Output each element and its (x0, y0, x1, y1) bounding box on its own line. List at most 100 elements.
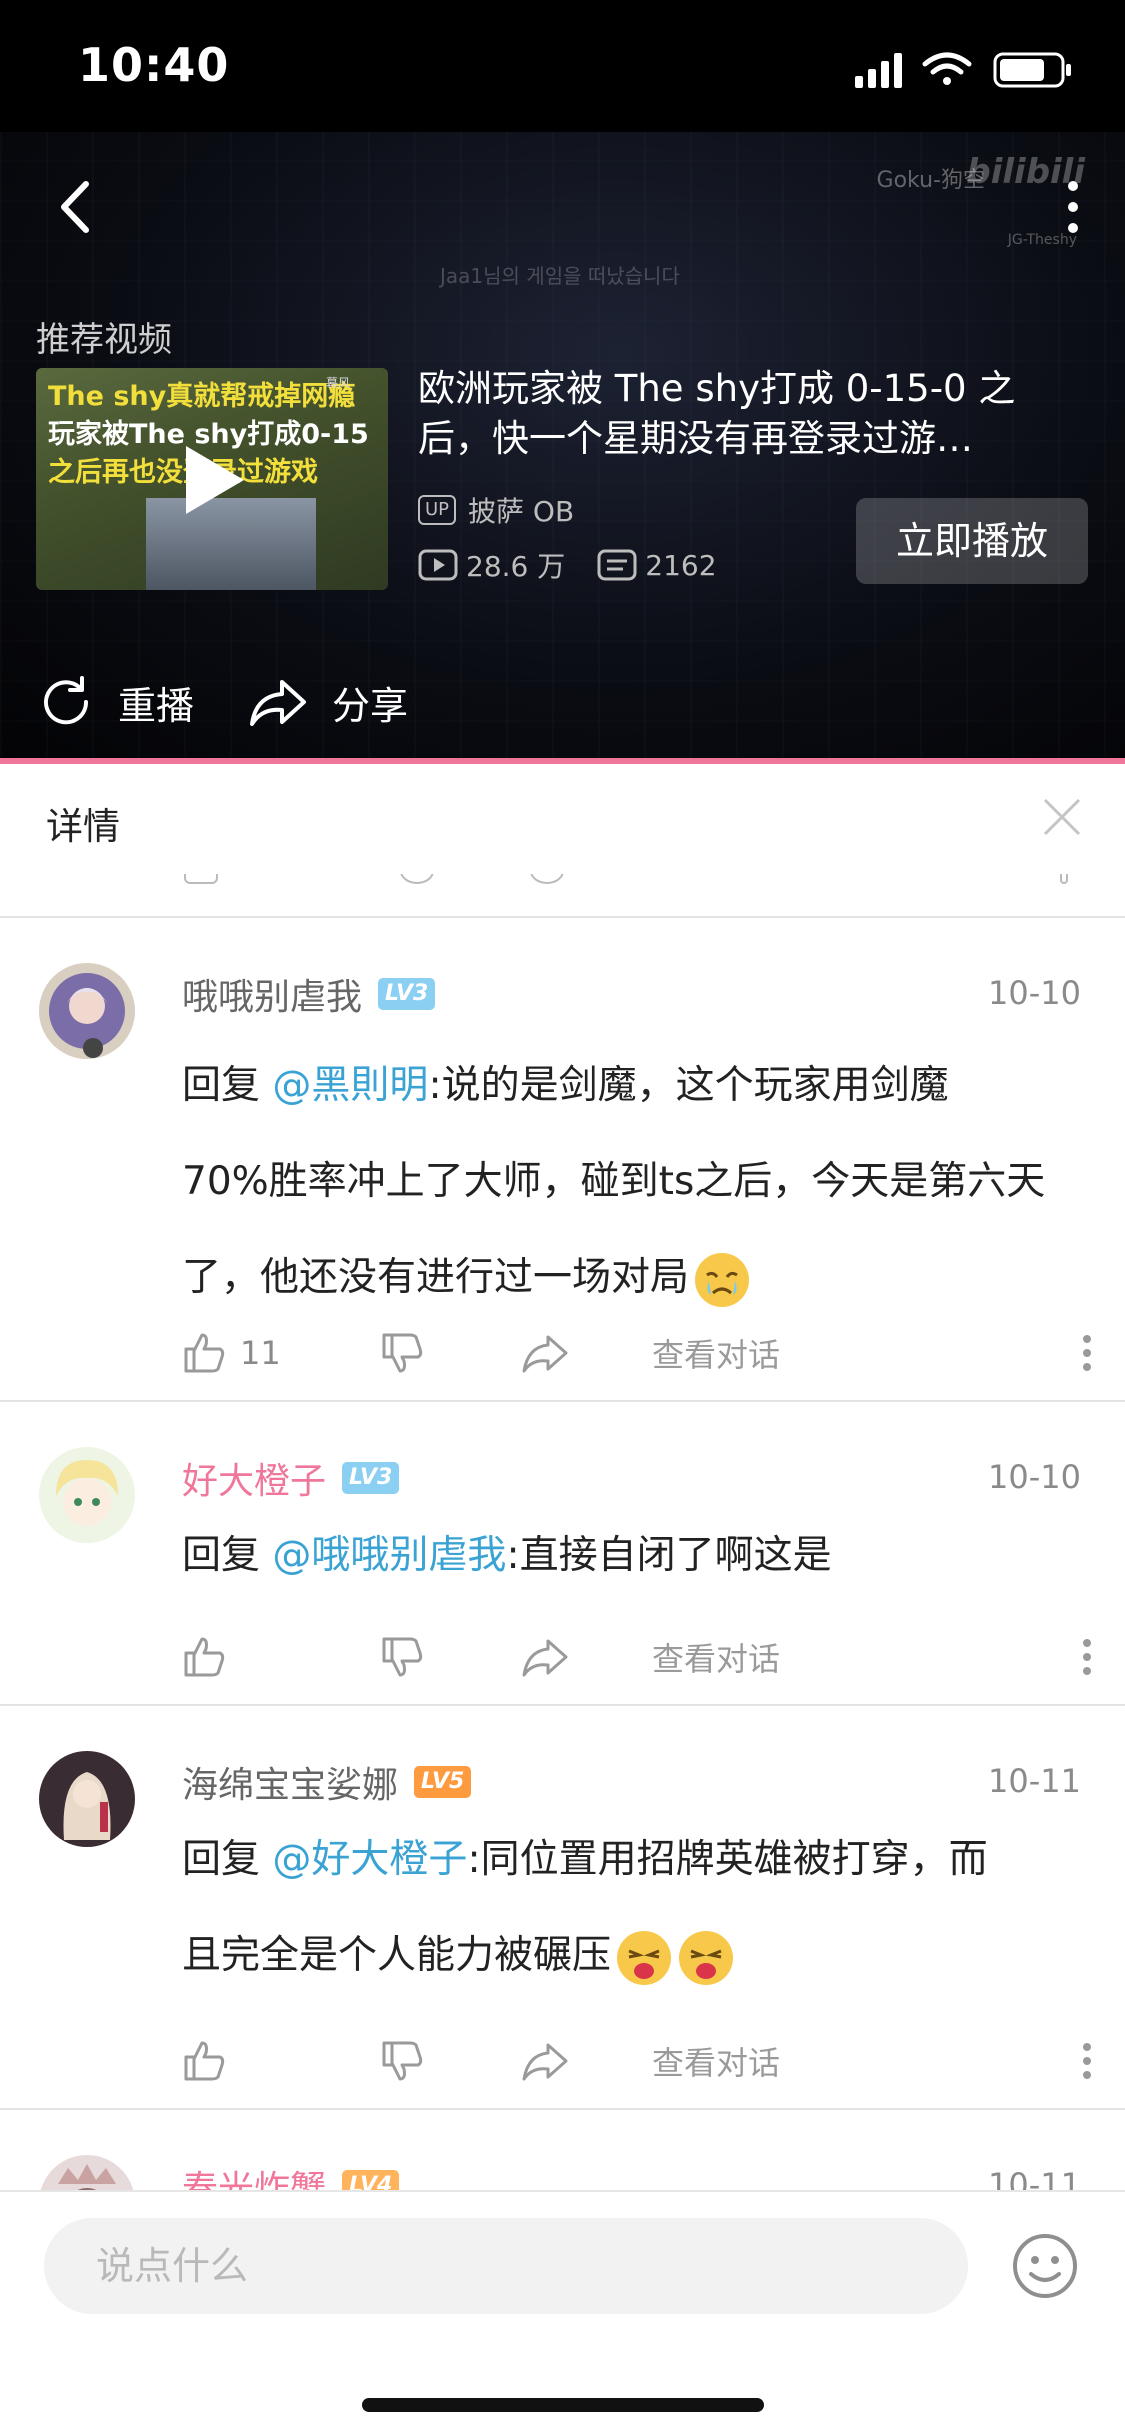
comment-username[interactable]: 春光炸蟹 LV4 (182, 2160, 400, 2190)
comment-text-line: :直接自闭了啊这是 (506, 1533, 832, 1578)
recommended-video-thumbnail[interactable]: The shy真就帮戒掉网瘾 玩家被The shy打成0-15 之后再也没登录过… (36, 368, 388, 590)
drooling-emoji-icon (617, 1930, 672, 1985)
share-icon (250, 680, 307, 726)
username-text: 好大橙子 (182, 1461, 327, 1502)
thumbs-up-icon (184, 1637, 225, 1677)
like-button[interactable]: 11 (182, 1331, 380, 1375)
comment-text-line: 70%胜率冲上了大师，碰到ts之后，今天是第六天 (182, 1159, 1046, 1204)
comment-input-bar (0, 2190, 1125, 2436)
comment-item: 哦哦别虐我 LV3 10-10 回复 @黑則明:说的是剑魔，这个玩家用剑魔 70… (0, 918, 1125, 1402)
level-badge: LV4 (342, 2170, 400, 2190)
detail-title: 详情 (46, 805, 120, 848)
more-vertical-icon (1083, 1335, 1091, 1371)
view-conversation-link[interactable]: 查看对话 (652, 1330, 1064, 1376)
video-actions: 重播 分享 (36, 672, 460, 732)
share-arrow-icon (522, 2043, 568, 2081)
comment-more-button[interactable] (1064, 1333, 1092, 1373)
dislike-button[interactable] (380, 1331, 520, 1375)
comment-more-button[interactable] (1064, 2041, 1092, 2081)
comment-share-button[interactable] (520, 1331, 652, 1375)
recommended-video-title[interactable]: 欧洲玩家被 The shy打成 0-15-0 之 后，快一个星期没有再登录过游… (418, 364, 1078, 464)
reply-prefix: 回复 (182, 1837, 261, 1882)
dislike-button[interactable] (380, 2039, 520, 2083)
like-count: 11 (240, 1334, 281, 1372)
comment-date: 10-10 (988, 974, 1081, 1012)
comment-share-button[interactable] (520, 2039, 652, 2083)
replay-button[interactable]: 重播 (36, 672, 194, 732)
level-badge: LV3 (378, 978, 436, 1010)
comment-username[interactable]: 哦哦别虐我 LV3 (182, 968, 436, 1020)
thumbs-up-icon (184, 2041, 225, 2081)
video-stats-row: 28.6 万 2162 (418, 545, 717, 585)
comment-list[interactable]: 哦哦别虐我 LV3 10-10 回复 @黑則明:说的是剑魔，这个玩家用剑魔 70… (0, 918, 1125, 2190)
comment-more-button[interactable] (1064, 1637, 1092, 1677)
view-conversation-link[interactable]: 查看对话 (652, 1634, 1064, 1680)
comment-actions: 查看对话 (182, 2036, 1092, 2086)
mention-link[interactable]: @黑則明 (272, 1063, 428, 1108)
play-icon[interactable] (186, 446, 244, 514)
comment-text-line: :说的是剑魔，这个玩家用剑魔 (428, 1063, 949, 1108)
mention-link[interactable]: @好大橙子 (272, 1837, 467, 1882)
comment-actions: 查看对话 (182, 1632, 1092, 1682)
comment-text: 回复 @黑則明:说的是剑魔，这个玩家用剑魔 70%胜率冲上了大师，碰到ts之后，… (182, 1038, 1094, 1326)
comment-item: 好大橙子 LV3 10-10 回复 @哦哦别虐我:直接自闭了啊这是 查看对话 (0, 1402, 1125, 1706)
recommended-video-title-line1: 欧洲玩家被 The shy打成 0-15-0 之 (418, 367, 1016, 410)
danmaku-icon (597, 549, 637, 581)
share-arrow-icon (522, 1335, 568, 1373)
share-arrow-icon (522, 1639, 568, 1677)
more-vertical-icon (1083, 2043, 1091, 2079)
wifi-icon (922, 52, 972, 85)
like-button[interactable] (182, 2039, 380, 2083)
comment-text: 回复 @哦哦别虐我:直接自闭了啊这是 (182, 1508, 1094, 1604)
comment-text: 回复 @好大橙子:同位置用招牌英雄被打穿，而 且完全是个人能力被碾压 (182, 1812, 1094, 2004)
danmaku-count: 2162 (645, 548, 717, 582)
username-text: 海绵宝宝娑娜 (182, 1765, 399, 1806)
status-icons (855, 52, 1071, 88)
comment-username[interactable]: 海绵宝宝娑娜 LV5 (182, 1756, 472, 1808)
mention-link[interactable]: @哦哦别虐我 (272, 1533, 506, 1578)
avatar[interactable] (38, 1750, 136, 1848)
recommended-video-title-line2: 后，快一个星期没有再登录过游… (418, 417, 973, 460)
share-button[interactable]: 分享 (246, 672, 408, 732)
comment-input[interactable] (44, 2218, 968, 2314)
video-background-text: Jaa1님의 게임을 떠났습니다 (440, 264, 680, 288)
more-options-icon[interactable] (1053, 172, 1093, 242)
peek-icon-share (530, 874, 564, 884)
signal-icon (855, 53, 902, 88)
comment-item: 春光炸蟹 LV4 10-11 (0, 2110, 1125, 2190)
crying-emoji-icon (695, 1252, 750, 1307)
avatar[interactable] (38, 1446, 136, 1544)
comment-text-line: 了，他还没有进行过一场对局 (182, 1255, 690, 1300)
thumbs-down-icon (382, 1333, 423, 1373)
home-indicator[interactable] (362, 2398, 764, 2412)
more-vertical-icon (1083, 1639, 1091, 1675)
thumbnail-caption-line3: 之后再也没登录过游戏 (48, 457, 318, 488)
comment-date: 10-11 (988, 1762, 1081, 1800)
peek-icon-like (184, 874, 218, 884)
view-conversation-link[interactable]: 查看对话 (652, 2038, 1064, 2084)
comment-text-line: :同位置用招牌英雄被打穿，而 (467, 1837, 988, 1882)
avatar[interactable] (38, 962, 136, 1060)
close-icon[interactable] (1037, 792, 1087, 842)
emoji-icon[interactable] (1011, 2232, 1079, 2300)
peek-icon-dislike (400, 874, 434, 884)
username-text: 哦哦别虐我 (182, 977, 363, 1018)
comment-date: 10-10 (988, 1458, 1081, 1496)
uploader-row: UP 披萨 OB (418, 490, 574, 530)
reply-prefix: 回复 (182, 1533, 261, 1578)
view-count: 28.6 万 (466, 550, 566, 583)
up-badge: UP (418, 495, 457, 525)
comment-date: 10-11 (988, 2166, 1081, 2190)
comment-username[interactable]: 好大橙子 LV3 (182, 1452, 400, 1504)
like-button[interactable] (182, 1635, 380, 1679)
share-label: 分享 (332, 683, 409, 728)
comment-share-button[interactable] (520, 1635, 652, 1679)
play-now-button[interactable]: 立即播放 (856, 498, 1088, 584)
dislike-button[interactable] (380, 1635, 520, 1679)
reply-prefix: 回复 (182, 1063, 261, 1108)
back-arrow-icon[interactable] (46, 172, 106, 242)
video-player[interactable]: Jaa1님의 게임을 떠났습니다 Goku-狗空 bilibili JG-The… (0, 132, 1125, 762)
username-text: 春光炸蟹 (182, 2169, 327, 2190)
drooling-emoji-icon (679, 1930, 734, 1985)
avatar[interactable] (38, 2154, 136, 2190)
